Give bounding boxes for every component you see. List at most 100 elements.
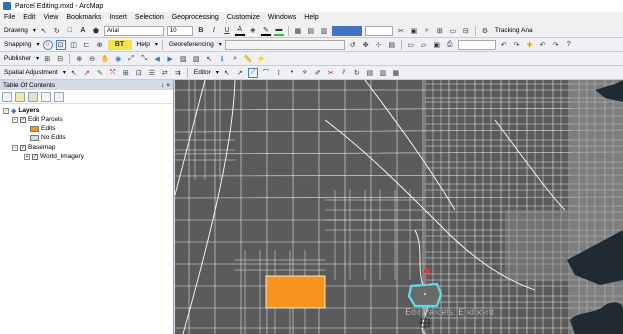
list-by-visibility-icon[interactable] (28, 91, 38, 102)
cut-polygons-icon[interactable]: ✂ (326, 68, 336, 78)
map-scale-input[interactable] (457, 39, 496, 50)
italic-button[interactable]: I (209, 26, 219, 36)
end-snapping-icon[interactable]: ⊡ (55, 39, 66, 50)
link-table-icon[interactable]: ▤ (387, 40, 397, 50)
new-limited-adjustment-icon[interactable]: ⊡ (134, 68, 144, 78)
chevron-down-icon[interactable]: ▾ (36, 41, 39, 48)
attributes-icon[interactable]: ▤ (365, 68, 375, 78)
layer-icon[interactable]: ▦ (293, 26, 303, 36)
visibility-checkbox[interactable]: ✓ (20, 116, 26, 123)
layer-row-layers[interactable]: − ◆ Layers (3, 106, 39, 115)
new-icon[interactable]: ▭ (406, 40, 416, 50)
select-elements-icon[interactable]: ↖ (69, 68, 79, 78)
list-by-selection-icon[interactable] (41, 91, 51, 102)
visibility-checkbox[interactable]: ✓ (20, 144, 26, 151)
new-identity-link-icon[interactable]: ⊞ (121, 68, 131, 78)
chevron-down-icon[interactable]: ▾ (219, 41, 222, 48)
list-by-drawing-order-icon[interactable] (2, 91, 12, 102)
redo-icon[interactable]: ↷ (512, 40, 522, 50)
line-color-icon[interactable]: ✎ (260, 26, 271, 36)
color-selector[interactable] (331, 25, 362, 36)
identify-icon[interactable]: ℹ (217, 54, 227, 64)
scale-select[interactable] (364, 25, 393, 36)
publisher-tool-icon[interactable]: ⊞ (42, 54, 52, 64)
select-elements-icon[interactable]: ↖ (204, 54, 214, 64)
search-icon[interactable]: ⌕ (422, 26, 432, 36)
layer-row-edit-parcels[interactable]: − ✓ Edit Parcels (12, 115, 63, 124)
underline-button[interactable]: U (222, 26, 232, 36)
add-data-icon[interactable]: ✚ (525, 40, 535, 50)
select-features-icon[interactable]: ▨ (178, 54, 188, 64)
new-displacement-link-icon[interactable]: ↗ (82, 68, 92, 78)
zoom-in-icon[interactable]: ⊕ (74, 54, 84, 64)
help-dropdown[interactable]: Help (135, 41, 152, 48)
point-snapping-icon[interactable]: ○ (42, 39, 53, 50)
rotate-image-icon[interactable]: ↺ (348, 40, 358, 50)
trace-icon[interactable]: ⌇ (274, 68, 284, 78)
tool-icon[interactable]: ✂ (396, 26, 406, 36)
menu-bookmarks[interactable]: Bookmarks (62, 12, 105, 24)
find-icon[interactable]: ⌕ (230, 54, 240, 64)
font-color-icon[interactable]: A (234, 26, 245, 36)
collapse-icon[interactable]: − (12, 116, 18, 123)
edited-parcel[interactable] (265, 275, 326, 309)
multiple-displacement-icon[interactable]: ⤲ (108, 68, 118, 78)
close-icon[interactable]: × (166, 82, 170, 89)
spatial-adjustment-dropdown[interactable]: Spatial Adjustment (2, 69, 60, 76)
legend-item-no-edits[interactable]: No Edits (30, 133, 66, 142)
back-extent-icon[interactable]: ◀ (152, 54, 162, 64)
vertex-snapping-icon[interactable]: ◫ (69, 40, 79, 50)
layer-row-basemap[interactable]: − ✓ Basemap (12, 143, 55, 152)
full-extent-icon[interactable]: ◉ (113, 54, 123, 64)
split-icon[interactable]: ⫽ (339, 68, 349, 78)
map-canvas[interactable]: Edit Parcels: Endpoint (175, 80, 623, 334)
pan-icon[interactable]: ✋ (100, 54, 110, 64)
catalog-icon[interactable]: ▣ (409, 26, 419, 36)
chevron-down-icon[interactable]: ▾ (63, 69, 66, 76)
menu-windows[interactable]: Windows (264, 12, 300, 24)
collapse-icon[interactable]: − (12, 144, 18, 151)
menu-file[interactable]: File (0, 12, 19, 24)
editor-dropdown[interactable]: Editor (192, 69, 213, 76)
fixed-zoom-out-icon[interactable]: ⤡ (139, 54, 149, 64)
bt-logo-icon[interactable]: BT (107, 39, 132, 50)
select-elements-icon[interactable]: ↖ (39, 26, 49, 36)
list-by-source-icon[interactable] (15, 91, 25, 102)
edge-snapping-icon[interactable]: ⊏ (82, 40, 92, 50)
straight-segment-icon[interactable]: ⟋ (247, 67, 258, 78)
grid-icon[interactable]: ▤ (306, 26, 316, 36)
polygon-icon[interactable]: ⬟ (91, 26, 101, 36)
marker-color-icon[interactable]: ▬ (273, 26, 284, 36)
menu-view[interactable]: View (39, 12, 62, 24)
print-icon[interactable]: ⎙ (445, 40, 455, 50)
edge-match-icon[interactable]: ⇉ (173, 68, 183, 78)
menu-selection[interactable]: Selection (131, 12, 168, 24)
chevron-down-icon[interactable]: ▾ (36, 55, 39, 62)
measure-icon[interactable]: 📏 (243, 54, 253, 64)
drawing-dropdown[interactable]: Drawing (2, 27, 30, 34)
point-icon[interactable]: • (287, 68, 297, 78)
zoom-out-icon[interactable]: ⊖ (87, 54, 97, 64)
text-tool-icon[interactable]: A (78, 26, 88, 36)
edit-tool-icon[interactable]: ↖ (222, 68, 232, 78)
chevron-down-icon[interactable]: ▾ (155, 41, 158, 48)
publisher-dropdown[interactable]: Publisher (2, 55, 33, 62)
python-icon[interactable]: ▭ (448, 26, 458, 36)
save-icon[interactable]: ▣ (432, 40, 442, 50)
reshape-feature-icon[interactable]: ✐ (313, 68, 323, 78)
legend-item-edits[interactable]: Edits (30, 124, 55, 133)
font-name-select[interactable]: Arial (103, 25, 164, 36)
shift-image-icon[interactable]: ✥ (361, 40, 371, 50)
visibility-checkbox[interactable]: ✓ (32, 153, 38, 160)
undo-icon[interactable]: ↶ (499, 40, 509, 50)
snapping-options-icon[interactable]: ⊕ (95, 40, 105, 50)
rotate-icon[interactable]: ↻ (52, 26, 62, 36)
hyperlink-icon[interactable]: ⚡ (256, 54, 266, 64)
chevron-down-icon[interactable]: ▾ (33, 27, 36, 34)
pin-icon[interactable]: ↓ (161, 82, 164, 89)
table-icon[interactable]: ▥ (319, 26, 329, 36)
collapse-icon[interactable]: − (3, 107, 9, 114)
redo-icon[interactable]: ↷ (551, 40, 561, 50)
toc-options-icon[interactable] (54, 91, 64, 102)
rectangle-icon[interactable]: □ (65, 26, 75, 36)
